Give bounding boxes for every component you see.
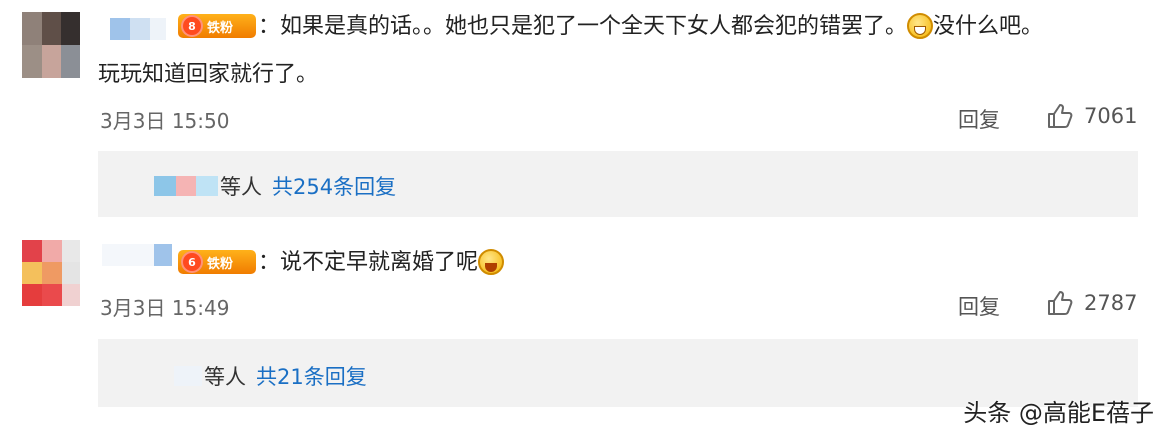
- sub-replies-summary[interactable]: 等人 共254条回复: [154, 171, 396, 201]
- avatar[interactable]: [22, 12, 80, 78]
- comment-item: 8 铁粉 ：如果是真的话。。她也只是犯了一个全天下女人都会犯的错罢了。 没什么吧。…: [0, 0, 1168, 150]
- sub-reply-suffix: 等人: [204, 365, 246, 389]
- like-count: 7061: [1084, 104, 1138, 128]
- comment-text-part: ：说不定早就离婚了呢: [258, 250, 479, 275]
- comment-text: ：说不定早就离婚了呢: [258, 246, 505, 280]
- grin-emoji: [907, 13, 934, 39]
- sub-replies-summary[interactable]: 等人 共21条回复: [174, 361, 367, 391]
- comment-text: ：如果是真的话。。她也只是犯了一个全天下女人都会犯的错罢了。 没什么吧。: [258, 10, 1138, 44]
- view-replies-link[interactable]: 共21条回复: [256, 361, 367, 391]
- like-button[interactable]: 7061: [1046, 102, 1137, 130]
- username[interactable]: [102, 244, 174, 266]
- avatar[interactable]: [22, 240, 80, 306]
- comment-text-part: 没什么吧。: [933, 14, 1044, 39]
- reply-button[interactable]: 回复: [958, 104, 1000, 134]
- view-replies-link[interactable]: 共254条回复: [272, 171, 396, 201]
- fan-badge: 8 铁粉: [178, 14, 256, 38]
- comment-time: 15:49: [171, 296, 230, 320]
- comment-date: 3月3日: [100, 296, 166, 320]
- sub-reply-usernames[interactable]: [174, 366, 202, 386]
- sub-reply-usernames[interactable]: [154, 176, 218, 196]
- reply-button[interactable]: 回复: [958, 291, 1000, 321]
- comment-date: 3月3日: [100, 109, 166, 133]
- fan-level-icon: 8: [181, 15, 203, 37]
- comment-item: 6 铁粉 ：说不定早就离婚了呢 3月3日 15:49 回复 2787: [0, 226, 1168, 332]
- comment-timestamp: 3月3日 15:50: [100, 105, 229, 134]
- comment-timestamp: 3月3日 15:49: [100, 292, 229, 321]
- fan-badge: 6 铁粉: [178, 250, 256, 274]
- sub-replies-box[interactable]: 等人 共254条回复: [98, 151, 1138, 217]
- thumbs-up-icon: [1048, 104, 1073, 128]
- watermark: 头条 @高能E蓓子: [963, 399, 1154, 427]
- comment-time: 15:50: [171, 109, 230, 133]
- fan-badge-label: 铁粉: [207, 256, 234, 272]
- like-button[interactable]: 2787: [1046, 289, 1137, 317]
- fan-badge-label: 铁粉: [207, 20, 234, 36]
- comment-text-part: ：如果是真的话。。她也只是犯了一个全天下女人都会犯的错罢了。: [258, 14, 908, 39]
- username[interactable]: [110, 18, 172, 40]
- sub-reply-suffix: 等人: [220, 175, 262, 199]
- fan-level-icon: 6: [181, 251, 203, 273]
- comment-text-line2: 玩玩知道回家就行了。: [98, 62, 319, 87]
- laugh-cry-emoji: [478, 249, 505, 275]
- thumbs-up-icon: [1048, 291, 1073, 315]
- like-count: 2787: [1084, 291, 1138, 315]
